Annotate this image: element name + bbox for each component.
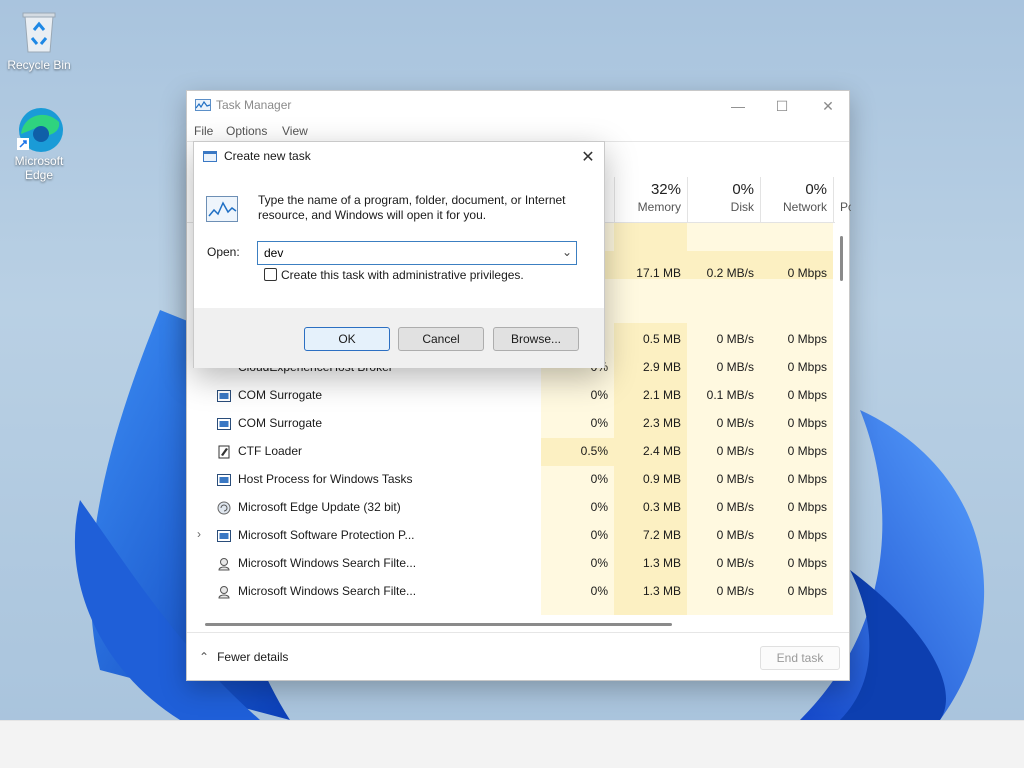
horizontal-scrollbar[interactable] (205, 623, 672, 626)
menu-bar: File Options View (187, 121, 849, 141)
process-window-icon (217, 530, 231, 542)
menu-options[interactable]: Options (226, 124, 267, 138)
edge-update-icon (217, 501, 231, 515)
maximize-button[interactable]: ☐ (759, 91, 805, 121)
recycle-bin-icon (15, 8, 63, 56)
admin-privileges-checkbox[interactable] (264, 268, 277, 281)
table-row[interactable]: COM Surrogate 0% 2.1 MB 0.1 MB/s 0 Mbps (187, 382, 835, 410)
column-header-network[interactable]: 0% Network (760, 177, 833, 223)
disk-label: Disk (730, 200, 754, 214)
create-new-task-dialog: Create new task ✕ Type the name of a pro… (193, 141, 605, 368)
desktop-icon-label: Recycle Bin (7, 58, 71, 72)
process-window-icon (217, 390, 231, 402)
chevron-up-icon: ⌃ (199, 650, 210, 664)
table-row[interactable]: Microsoft Windows Search Filte... 0% 1.3… (187, 550, 835, 578)
process-name: COM Surrogate (238, 388, 323, 402)
task-manager-icon (195, 99, 211, 111)
process-window-icon (217, 418, 231, 430)
divider (187, 632, 849, 633)
open-label: Open: (207, 245, 240, 259)
ctf-loader-icon (218, 445, 230, 459)
task-manager-graph-icon (206, 196, 238, 222)
column-header-disk[interactable]: 0% Disk (687, 177, 760, 223)
memory-label: Memory (637, 200, 681, 214)
desktop-icon-edge[interactable]: Microsoft Edge (1, 104, 77, 182)
window-title: Task Manager (216, 98, 292, 112)
process-window-icon (217, 474, 231, 486)
cancel-button[interactable]: Cancel (398, 327, 484, 351)
title-bar[interactable]: Task Manager — ☐ ✕ (187, 91, 849, 121)
dialog-description: Type the name of a program, folder, docu… (258, 193, 566, 222)
expand-chevron-icon[interactable]: › (197, 527, 201, 541)
admin-privileges-label[interactable]: Create this task with administrative pri… (281, 268, 524, 282)
network-label: Network (782, 200, 827, 214)
ok-button[interactable]: OK (304, 327, 390, 351)
desktop-icon-recycle-bin[interactable]: Recycle Bin (1, 8, 77, 72)
taskbar (0, 720, 1024, 768)
browse-button[interactable]: Browse... (493, 327, 579, 351)
memory-percent: 32% (650, 181, 681, 198)
network-percent: 0% (805, 181, 827, 198)
minimize-button[interactable]: — (715, 91, 761, 121)
vertical-scrollbar[interactable] (840, 236, 843, 281)
menu-view[interactable]: View (282, 124, 308, 138)
column-header-power[interactable]: Po (833, 177, 851, 223)
desktop-icon-label: Microsoft Edge (14, 154, 64, 182)
end-task-button[interactable]: End task (760, 646, 840, 670)
run-icon (203, 151, 217, 162)
chevron-down-icon[interactable]: ⌄ (562, 245, 572, 259)
table-row[interactable]: COM Surrogate 0% 2.3 MB 0 MB/s 0 Mbps (187, 410, 835, 438)
process-name: Microsoft Windows Search Filte... (238, 556, 417, 570)
process-name: Host Process for Windows Tasks (238, 472, 413, 486)
search-filter-icon (218, 586, 230, 599)
process-name: Microsoft Windows Search Filte... (238, 584, 417, 598)
dialog-title-bar[interactable]: Create new task ✕ (194, 142, 604, 172)
table-row[interactable]: › Microsoft Software Protection P... 0% … (187, 522, 835, 550)
edge-icon (15, 104, 63, 152)
power-label: Po (840, 200, 851, 214)
table-row[interactable]: CTF Loader 0.5% 2.4 MB 0 MB/s 0 Mbps (187, 438, 835, 466)
process-name: COM Surrogate (238, 416, 323, 430)
disk-percent: 0% (732, 181, 754, 198)
dialog-close-button[interactable]: ✕ (572, 142, 604, 172)
process-name: Microsoft Software Protection P... (238, 528, 415, 542)
table-row[interactable]: Microsoft Edge Update (32 bit) 0% 0.3 MB… (187, 494, 835, 522)
menu-file[interactable]: File (194, 124, 213, 138)
open-combobox[interactable]: ⌄ (257, 241, 577, 265)
open-input[interactable] (258, 242, 553, 264)
column-header-memory[interactable]: 32% Memory (614, 177, 687, 223)
process-name: CTF Loader (238, 444, 303, 458)
dialog-title: Create new task (224, 149, 311, 163)
process-name: Microsoft Edge Update (32 bit) (238, 500, 401, 514)
table-row[interactable]: Microsoft Windows Search Filte... 0% 1.3… (187, 578, 835, 606)
table-row[interactable]: Host Process for Windows Tasks 0% 0.9 MB… (187, 466, 835, 494)
fewer-details-button[interactable]: ⌃ Fewer details (199, 650, 288, 664)
search-filter-icon (218, 558, 230, 571)
close-button[interactable]: ✕ (805, 91, 851, 121)
